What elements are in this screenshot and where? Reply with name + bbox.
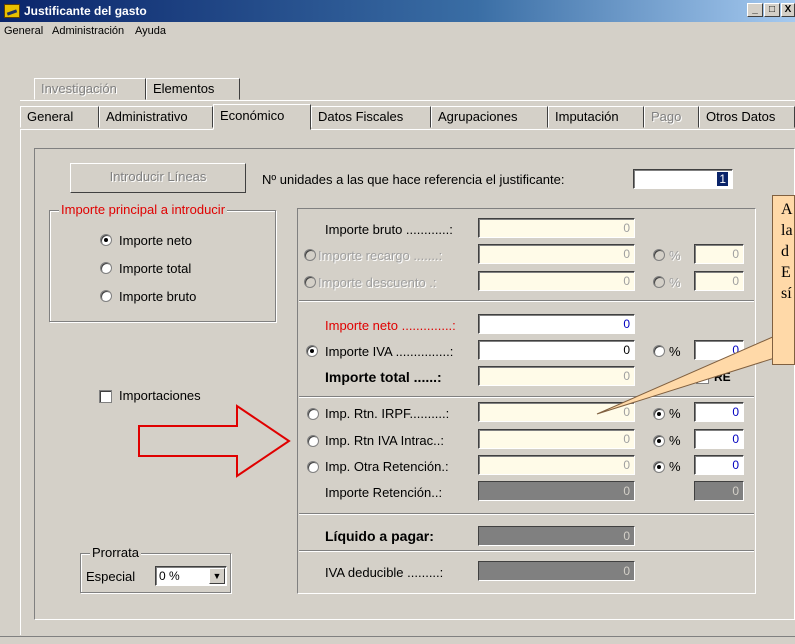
otra-retencion-pct-symbol: % [669,459,681,474]
otra-retencion-pct-field[interactable]: 0 [694,455,744,475]
importaciones-checkbox[interactable] [99,390,112,403]
otra-retencion-label: Imp. Otra Retención.: [325,459,449,474]
importe-bruto-label: Importe bruto ............: [325,222,453,237]
window-title: Justificante del gasto [24,4,147,18]
irpf-label: Imp. Rtn. IRPF..........: [325,406,450,421]
app-icon [4,4,20,18]
radio-iva-intrac-pct[interactable] [653,435,665,447]
tab-datos-fiscales[interactable]: Datos Fiscales [311,106,431,128]
minimize-button[interactable]: _ [747,3,763,17]
menu-general[interactable]: General [4,25,43,37]
prorrata-value: 0 % [159,569,180,583]
callout-line-1: A [781,201,793,218]
separator-3 [299,513,754,515]
radio-iva[interactable] [306,345,318,357]
importe-total-label: Importe total ......: [325,369,442,385]
prorrata-select[interactable]: 0 % ▼ [155,566,227,586]
radio-otra-retencion[interactable] [307,461,319,473]
unidades-value: 1 [717,172,728,186]
chevron-down-icon[interactable]: ▼ [209,568,225,584]
callout-pointer [596,326,795,415]
prorrata-legend: Prorrata [90,545,141,560]
radio-importe-total-label[interactable]: Importe total [119,261,191,276]
iva-intrac-pct-symbol: % [669,433,681,448]
iva-intrac-field: 0 [478,429,635,449]
iva-intrac-label: Imp. Rtn IVA Intrac..: [325,433,444,448]
tab-otros-datos[interactable]: Otros Datos [699,106,795,128]
unidades-label: Nº unidades a las que hace referencia el… [262,172,565,187]
callout-note: A la d E sí [772,195,795,365]
radio-importe-neto-label[interactable]: Importe neto [119,233,192,248]
importe-iva-label: Importe IVA ...............: [325,344,454,359]
bottom-border [0,636,795,637]
radio-recargo [304,249,316,261]
tab-administrativo[interactable]: Administrativo [99,106,213,128]
unidades-input[interactable]: 1 [633,169,733,189]
otra-retencion-field: 0 [478,455,635,475]
importaciones-label[interactable]: Importaciones [119,388,201,403]
liquido-field: 0 [478,526,635,546]
radio-iva-intrac[interactable] [307,435,319,447]
importe-retencion-pct-field: 0 [694,481,744,501]
iva-deducible-label: IVA deducible .........: [325,565,444,580]
radio-importe-total[interactable] [100,262,112,274]
tab-elementos[interactable]: Elementos [146,78,240,100]
prorrata-especial-label: Especial [86,569,136,584]
menu-administracion[interactable]: Administración [52,25,124,37]
callout-line-4: E [781,264,791,281]
red-arrow-icon [138,404,291,478]
radio-descuento [304,276,316,288]
iva-intrac-pct-field[interactable]: 0 [694,429,744,449]
tab-pago: Pago [644,106,699,128]
close-button[interactable]: X [781,3,795,17]
importe-recargo-label: Importe recargo .......: [318,248,443,263]
importe-retencion-field: 0 [478,481,635,501]
tab-imputacion[interactable]: Imputación [548,106,644,128]
importe-descuento-label: Importe descuento .: [318,275,437,290]
callout-line-3: d [781,243,789,260]
tab-general[interactable]: General [20,106,99,128]
title-bar: Justificante del gasto _ □ X [0,0,795,22]
importe-retencion-label: Importe Retención..: [325,485,443,500]
liquido-label: Líquido a pagar: [325,528,434,544]
tab-investigacion: Investigación [34,78,146,100]
tab-agrupaciones[interactable]: Agrupaciones [431,106,548,128]
iva-deducible-field: 0 [478,561,635,581]
tab-economico[interactable]: Económico [213,104,311,130]
radio-importe-neto[interactable] [100,234,112,246]
tab-row1-line [20,100,795,101]
separator-4 [299,550,754,552]
radio-importe-bruto[interactable] [100,290,112,302]
menu-bar: General Administración Ayuda [0,22,795,42]
callout-line-5: sí [781,285,792,302]
importe-neto-label: Importe neto ..............: [325,318,456,333]
radio-importe-bruto-label[interactable]: Importe bruto [119,289,196,304]
radio-irpf[interactable] [307,408,319,420]
importe-principal-legend: Importe principal a introducir [59,202,228,217]
introducir-lineas-button: Introducir Líneas [70,163,246,193]
radio-otra-retencion-pct[interactable] [653,461,665,473]
menu-ayuda[interactable]: Ayuda [135,25,166,37]
callout-line-2: la [781,222,793,239]
maximize-button[interactable]: □ [764,3,780,17]
